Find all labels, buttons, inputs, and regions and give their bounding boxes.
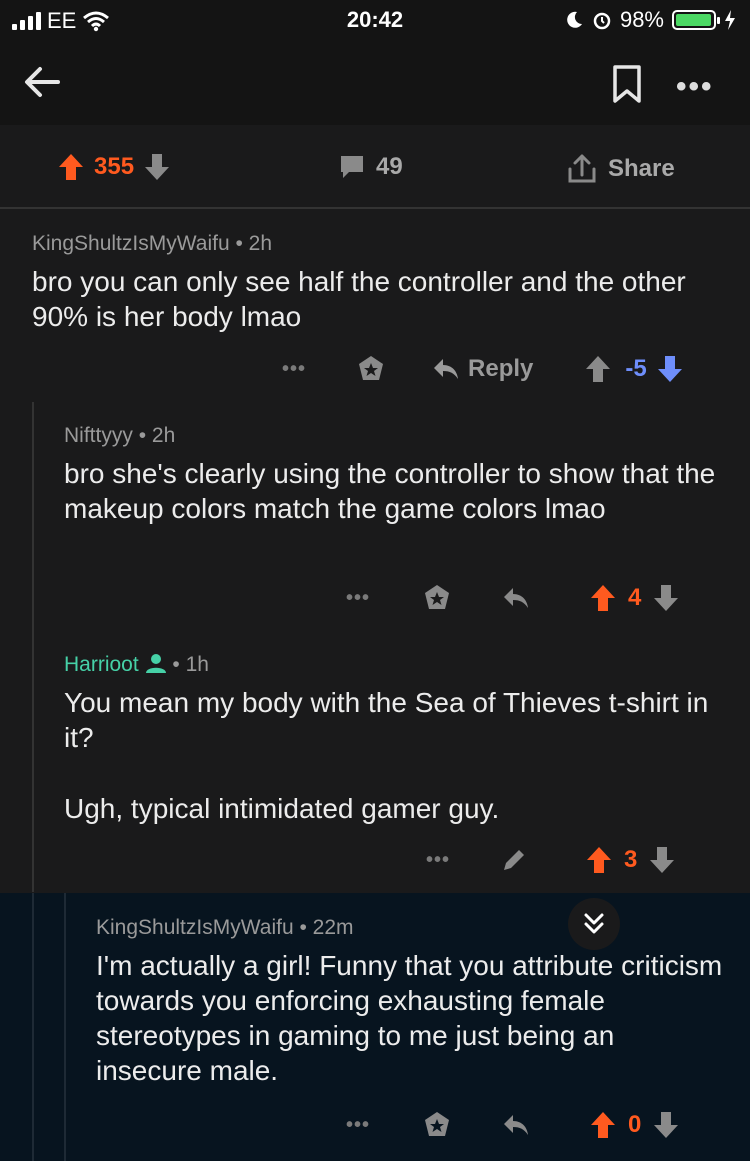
comment-body: bro she's clearly using the controller t…	[64, 458, 716, 524]
comment: Nifttyyy • 2h bro she's clearly using th…	[64, 424, 724, 526]
upvote-icon[interactable]	[586, 846, 612, 874]
comment-body-line: Ugh, typical intimidated gamer guy.	[64, 793, 500, 824]
separator-dot: •	[172, 653, 180, 676]
post-action-bar: 355 49 Share	[0, 125, 750, 209]
comment-age: 22m	[312, 916, 354, 939]
status-bar: EE 20:42 98%	[0, 0, 750, 40]
comment-body: I'm actually a girl! Funny that you attr…	[96, 950, 723, 1086]
more-options-icon[interactable]: •••	[346, 1114, 370, 1137]
edit-pencil-icon[interactable]	[500, 846, 528, 874]
comment-icon	[341, 156, 363, 178]
award-icon[interactable]	[422, 583, 452, 613]
comment-username[interactable]: KingShultzIsMyWaifu	[32, 232, 230, 255]
comment-meta: KingShultzIsMyWaifu • 2h	[32, 232, 712, 256]
reply-label: Reply	[468, 355, 534, 382]
separator-dot: •	[138, 424, 147, 447]
comment-age: 2h	[151, 424, 176, 447]
comment-age: 1h	[185, 653, 209, 676]
comment-username[interactable]: KingShultzIsMyWaifu	[96, 916, 294, 939]
comment-score: -5	[625, 355, 647, 382]
downvote-icon[interactable]	[653, 1111, 679, 1139]
post-vote-group: 355	[58, 153, 170, 181]
thread-line	[32, 893, 34, 1161]
comment-highlighted: KingShultzIsMyWaifu • 22m I'm actually a…	[96, 916, 726, 1088]
thread-line	[64, 893, 66, 1161]
comment-age: 2h	[248, 232, 273, 255]
post-score: 355	[94, 153, 135, 180]
award-icon[interactable]	[422, 1110, 452, 1140]
downvote-icon[interactable]	[653, 584, 679, 612]
op-user-icon	[145, 654, 166, 673]
comment: Harrioot • 1h You mean my body with the …	[64, 652, 724, 826]
more-options-icon[interactable]: •••	[282, 358, 306, 381]
reply-icon[interactable]	[502, 1113, 530, 1137]
comment-count: 49	[376, 153, 403, 180]
upvote-icon[interactable]	[585, 355, 611, 383]
comment-meta: KingShultzIsMyWaifu • 22m	[96, 916, 726, 940]
share-icon	[568, 154, 596, 183]
battery-icon	[672, 10, 720, 30]
comments-count-button[interactable]: 49	[338, 153, 403, 181]
upvote-icon[interactable]	[58, 153, 84, 181]
downvote-icon[interactable]	[657, 355, 683, 383]
reply-icon[interactable]	[502, 586, 530, 610]
share-label: Share	[608, 155, 675, 182]
more-options-icon[interactable]: •••	[346, 587, 370, 610]
comment: KingShultzIsMyWaifu • 2h bro you can onl…	[32, 232, 712, 334]
comment-actions: ••• 3	[426, 846, 675, 874]
comment-score: 0	[628, 1111, 642, 1138]
top-nav: •••	[0, 40, 750, 125]
comment-username[interactable]: Nifttyyy	[64, 424, 133, 447]
comment-score: 4	[628, 584, 642, 611]
downvote-icon[interactable]	[649, 846, 675, 874]
battery-percent: 98%	[619, 7, 664, 32]
back-arrow-icon[interactable]	[20, 60, 64, 104]
more-options-icon[interactable]: •••	[676, 70, 714, 104]
comment-actions: ••• 0	[346, 1110, 679, 1140]
upvote-icon[interactable]	[590, 584, 616, 612]
separator-dot: •	[299, 916, 307, 939]
thread-line	[32, 402, 34, 892]
comment-username[interactable]: Harrioot	[64, 653, 139, 676]
comment-body-line: You mean my body with the Sea of Thieves…	[64, 687, 709, 753]
upvote-icon[interactable]	[590, 1111, 616, 1139]
charging-icon	[725, 10, 735, 30]
comment-meta: Nifttyyy • 2h	[64, 424, 724, 448]
bookmark-icon[interactable]	[610, 64, 644, 104]
downvote-icon[interactable]	[144, 153, 170, 181]
separator-dot: •	[235, 232, 243, 255]
share-button[interactable]: Share	[566, 153, 675, 185]
comment-actions: ••• 4	[346, 583, 679, 613]
alarm-icon	[593, 12, 611, 30]
reply-button[interactable]: Reply	[432, 355, 533, 383]
more-options-icon[interactable]: •••	[426, 849, 450, 872]
award-icon[interactable]	[356, 354, 386, 384]
comment-actions: ••• Reply -5	[282, 354, 683, 384]
moon-icon	[567, 11, 582, 28]
comment-body: bro you can only see half the controller…	[32, 266, 686, 332]
comment-meta: Harrioot • 1h	[64, 652, 724, 677]
reply-icon	[434, 359, 459, 379]
comment-score: 3	[624, 846, 638, 873]
